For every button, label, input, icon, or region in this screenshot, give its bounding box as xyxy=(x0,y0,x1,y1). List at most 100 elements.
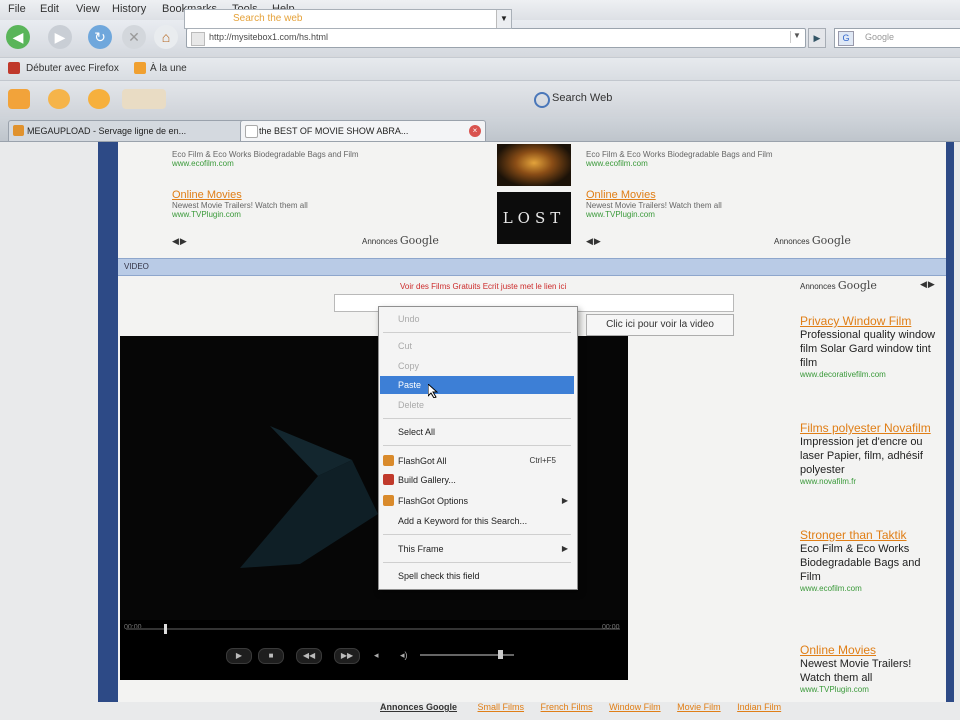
menu-item-delete[interactable]: Delete xyxy=(380,396,574,414)
ad-text: Eco Film & Eco Works Biodegradable Bags … xyxy=(586,150,773,159)
search-box[interactable]: G Google xyxy=(834,28,960,48)
ads-by-google[interactable]: Annonces Google xyxy=(362,234,439,247)
ads-by-label: Annonces xyxy=(800,282,836,291)
ad-nav-arrows-icon[interactable]: ◀▶ xyxy=(920,279,936,290)
home-icon[interactable]: ⌂ xyxy=(154,25,178,49)
mail-icon[interactable] xyxy=(8,89,30,109)
google-search-engine-icon[interactable]: G xyxy=(838,31,854,46)
menu-item-spell-check[interactable]: Spell check this field xyxy=(380,567,574,585)
play-icon[interactable]: ▶ xyxy=(226,648,252,664)
menu-history[interactable]: History xyxy=(112,3,146,15)
menu-edit[interactable]: Edit xyxy=(40,3,59,15)
search-placeholder: Google xyxy=(865,32,895,42)
reload-icon[interactable]: ↻ xyxy=(88,25,112,49)
menu-item-add-keyword[interactable]: Add a Keyword for this Search... xyxy=(380,512,574,530)
chevron-down-icon[interactable]: ▼ xyxy=(496,10,511,28)
menu-item-this-frame[interactable]: This Frame ▶ xyxy=(380,540,574,558)
ads-by-google[interactable]: Annonces Google xyxy=(774,234,851,247)
back-icon[interactable]: ◀ xyxy=(6,25,30,49)
bookmark-headlines[interactable]: À la une xyxy=(150,63,187,74)
right-ad-title-link[interactable]: Films polyester Novafilm xyxy=(800,421,942,435)
ad-title-link[interactable]: Online Movies xyxy=(172,189,492,201)
bookmark-getting-started[interactable]: Débuter avec Firefox xyxy=(26,63,119,74)
menu-item-copy[interactable]: Copy xyxy=(380,357,574,375)
smiley-icon[interactable] xyxy=(88,89,110,109)
volume-icon[interactable]: ◂) xyxy=(400,650,408,661)
right-ad-title-link[interactable]: Stronger than Taktik xyxy=(800,528,942,542)
seek-handle[interactable] xyxy=(164,624,167,634)
menu-item-paste[interactable]: Paste xyxy=(380,376,574,394)
video-section-header: VIDEO xyxy=(118,258,946,276)
search-web-button[interactable]: Search Web xyxy=(552,92,612,104)
fast-forward-icon[interactable]: ▶▶ xyxy=(334,648,360,664)
menu-view[interactable]: View xyxy=(76,3,100,15)
rewind-icon[interactable]: ◀◀ xyxy=(296,648,322,664)
right-ad-url[interactable]: www.decorativefilm.com xyxy=(800,370,942,379)
flashgot-icon xyxy=(383,495,394,506)
menu-item-flashgot-all[interactable]: FlashGot All Ctrl+F5 xyxy=(380,452,574,470)
ad-title-link[interactable]: Online Movies xyxy=(586,189,926,201)
right-ad-unit: Privacy Window Film Professional quality… xyxy=(800,314,942,379)
page-favicon-icon xyxy=(191,32,205,46)
time-total: 00:00 xyxy=(602,624,620,631)
close-tab-icon[interactable]: × xyxy=(469,125,481,137)
toolbar-search-placeholder: Search the web xyxy=(233,13,303,24)
menu-item-flashgot-options[interactable]: FlashGot Options ▶ xyxy=(380,492,574,510)
mouse-cursor-icon xyxy=(428,384,438,398)
lost-thumbnail[interactable]: LOST xyxy=(497,192,571,244)
ad-unit: Eco Film & Eco Works Biodegradable Bags … xyxy=(586,150,926,168)
bottom-link[interactable]: French Films xyxy=(541,702,593,712)
ads-by-label: Annonces xyxy=(774,237,810,246)
ads-by-label: Annonces xyxy=(362,237,398,246)
tab-bar: MEGAUPLOAD - Servage ligne de en... the … xyxy=(0,117,960,142)
flower-icon[interactable] xyxy=(48,89,70,109)
menu-separator xyxy=(383,332,571,333)
toolbar-search-input[interactable]: Search the web ▼ xyxy=(184,9,512,29)
right-ad-title-link[interactable]: Online Movies xyxy=(800,643,942,657)
bottom-link[interactable]: Window Film xyxy=(609,702,661,712)
go-button[interactable]: ▶ xyxy=(808,28,826,48)
bottom-link[interactable]: Movie Film xyxy=(677,702,721,712)
stop-icon[interactable]: ✕ xyxy=(122,25,146,49)
ad-nav-arrows-icon[interactable]: ◀▶ xyxy=(586,236,602,247)
ads-by-google-link[interactable]: Annonces Google xyxy=(380,702,457,712)
bottom-link[interactable]: Small Films xyxy=(478,702,525,712)
right-border xyxy=(946,142,954,702)
sunset-thumbnail[interactable] xyxy=(497,144,571,186)
menu-item-select-all[interactable]: Select All xyxy=(380,423,574,441)
right-ad-title-link[interactable]: Privacy Window Film xyxy=(800,314,942,328)
ad-nav-arrows-icon[interactable]: ◀▶ xyxy=(172,236,188,247)
ad-url[interactable]: www.ecofilm.com xyxy=(586,159,926,168)
seek-bar[interactable] xyxy=(126,628,620,630)
forward-icon[interactable]: ▶ xyxy=(48,25,72,49)
tab-movie-show[interactable]: the BEST OF MOVIE SHOW ABRA... × xyxy=(240,120,486,141)
ad-url[interactable]: www.TVPlugin.com xyxy=(172,210,492,219)
address-text[interactable]: http://mysitebox1.com/hs.html xyxy=(209,32,328,42)
stop-icon[interactable]: ■ xyxy=(258,648,284,664)
menu-file[interactable]: File xyxy=(8,3,26,15)
right-ad-unit: Stronger than Taktik Eco Film & Eco Work… xyxy=(800,528,942,593)
ad-unit: Eco Film & Eco Works Biodegradable Bags … xyxy=(172,150,492,168)
menu-item-undo[interactable]: Undo xyxy=(380,310,574,328)
ads-by-google[interactable]: Annonces Google xyxy=(800,279,877,292)
volume-handle[interactable] xyxy=(498,650,503,659)
tab-megaupload[interactable]: MEGAUPLOAD - Servage ligne de en... xyxy=(8,120,252,141)
ad-text: Eco Film & Eco Works Biodegradable Bags … xyxy=(172,150,359,159)
menu-separator xyxy=(383,562,571,563)
tab-favicon-icon xyxy=(245,125,258,138)
bottom-link[interactable]: Indian Film xyxy=(737,702,781,712)
menu-item-build-gallery[interactable]: Build Gallery... xyxy=(380,471,574,489)
mute-icon[interactable]: ◂ xyxy=(374,650,379,661)
right-ad-url[interactable]: www.TVPlugin.com xyxy=(800,685,942,694)
watch-video-button[interactable]: Clic ici pour voir la video xyxy=(586,314,734,336)
right-ad-url[interactable]: www.novafilm.fr xyxy=(800,477,942,486)
ad-url[interactable]: www.TVPlugin.com xyxy=(586,210,926,219)
right-ad-url[interactable]: www.ecofilm.com xyxy=(800,584,942,593)
right-ad-text: Newest Movie Trailers! Watch them all xyxy=(800,658,912,684)
address-bar[interactable]: http://mysitebox1.com/hs.html ▼ xyxy=(186,28,806,48)
menu-item-cut[interactable]: Cut xyxy=(380,337,574,355)
ad-url[interactable]: www.ecofilm.com xyxy=(172,159,492,168)
bookmarks-bar: Débuter avec Firefox À la une xyxy=(0,57,960,80)
magnifier-icon[interactable] xyxy=(534,92,550,108)
chevron-down-icon[interactable]: ▼ xyxy=(790,31,803,43)
